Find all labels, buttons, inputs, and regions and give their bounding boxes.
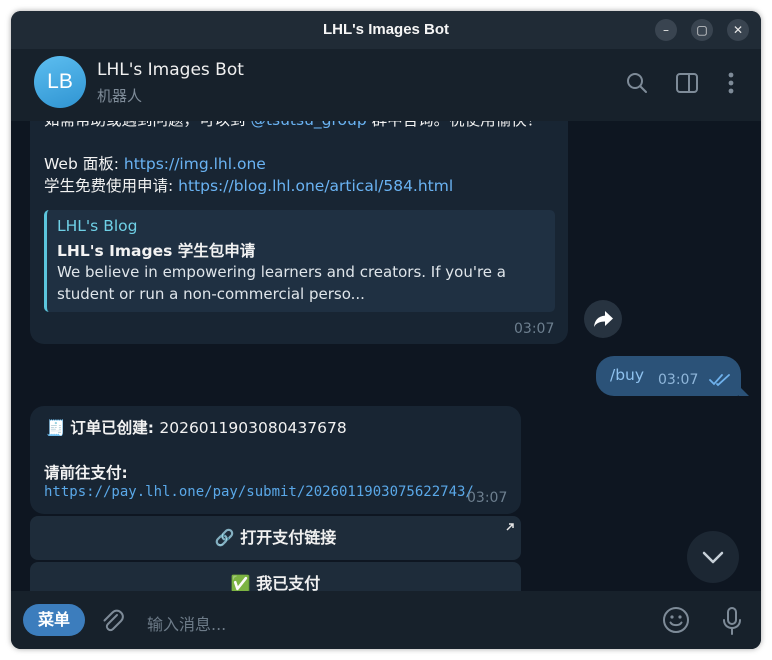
- menu-button[interactable]: 菜单: [23, 604, 85, 636]
- receipt-icon: 🧾: [46, 419, 66, 437]
- emoji-icon: [663, 607, 689, 633]
- student-apply-link[interactable]: https://blog.lhl.one/artical/584.html: [178, 177, 453, 195]
- external-link-icon: [506, 523, 514, 531]
- window-title: LHL's Images Bot: [322, 21, 450, 38]
- voice-button[interactable]: [717, 605, 747, 637]
- share-arrow-icon: [594, 311, 613, 327]
- double-check-icon: [709, 374, 730, 387]
- forward-button[interactable]: [584, 300, 622, 338]
- close-icon: ✕: [732, 23, 744, 37]
- web-panel-link[interactable]: https://img.lhl.one: [124, 155, 266, 173]
- chat-title[interactable]: LHL's Images Bot: [97, 60, 244, 80]
- pay-prompt: 请前往支付:: [44, 464, 128, 482]
- attach-button[interactable]: [97, 606, 127, 636]
- message-text: 学生免费使用申请: https://blog.lhl.one/artical/5…: [44, 177, 454, 195]
- search-button[interactable]: [623, 69, 651, 97]
- avatar[interactable]: LB: [34, 56, 86, 108]
- order-id: 2026011903080437678: [159, 419, 347, 437]
- message-time: 03:07: [467, 490, 508, 506]
- microphone-icon: [723, 607, 741, 635]
- paperclip-icon: [103, 609, 124, 632]
- message-list[interactable]: 如需帮助或遇到问题，可以到 @tsutsu_group 群中咨询。祝使用愉快！ …: [11, 121, 761, 591]
- message-input[interactable]: 输入消息...: [147, 611, 226, 635]
- message-time: 03:07: [658, 372, 699, 388]
- link-preview[interactable]: LHL's Blog LHL's Images 学生包申请 We believe…: [44, 210, 555, 312]
- message-text: Web 面板: https://img.lhl.one: [44, 155, 266, 173]
- chat-header: LB LHL's Images Bot 机器人: [11, 49, 761, 121]
- preview-title: LHL's Images 学生包申请: [57, 242, 256, 260]
- order-line: 🧾 订单已创建: 2026011903080437678: [46, 419, 347, 437]
- scroll-down-button[interactable]: [687, 531, 739, 583]
- search-icon: [627, 73, 647, 93]
- maximize-icon: ▢: [696, 23, 708, 37]
- chevron-down-icon: [702, 551, 724, 564]
- emoji-button[interactable]: [661, 605, 691, 635]
- app-window: LHL's Images Bot – ▢ ✕ LB LHL's Images B…: [11, 11, 761, 649]
- composer: 菜单 输入消息...: [11, 591, 761, 649]
- more-button[interactable]: [717, 69, 745, 97]
- message-text: 如需帮助或遇到问题，可以到 @tsutsu_group 群中咨询。祝使用愉快！: [44, 121, 542, 130]
- preview-site-name: LHL's Blog: [57, 217, 138, 235]
- more-vert-icon: [728, 72, 734, 94]
- close-button[interactable]: ✕: [727, 19, 749, 41]
- bubble-tail: [739, 386, 749, 396]
- incoming-message: 如需帮助或遇到问题，可以到 @tsutsu_group 群中咨询。祝使用愉快！ …: [30, 121, 568, 344]
- incoming-message: 🧾 订单已创建: 2026011903080437678 请前往支付: http…: [30, 406, 521, 514]
- minimize-button[interactable]: –: [655, 19, 677, 41]
- command-text[interactable]: /buy: [610, 366, 644, 384]
- group-link[interactable]: @tsutsu_group: [250, 121, 366, 129]
- open-payment-link-button[interactable]: 🔗 打开支付链接: [30, 516, 521, 560]
- sidebar-toggle-button[interactable]: [673, 69, 701, 97]
- message-time: 03:07: [514, 321, 555, 337]
- chat-subtitle: 机器人: [97, 87, 143, 105]
- outgoing-message: /buy 03:07: [596, 356, 749, 396]
- sidebar-toggle-icon: [676, 73, 698, 93]
- paid-button[interactable]: ✅ 我已支付: [30, 562, 521, 591]
- preview-description: We believe in empowering learners and cr…: [57, 263, 506, 303]
- minimize-icon: –: [663, 23, 669, 37]
- pay-link[interactable]: https://pay.lhl.one/pay/submit/202601190…: [44, 484, 474, 500]
- maximize-button[interactable]: ▢: [691, 19, 713, 41]
- title-bar: LHL's Images Bot – ▢ ✕: [11, 11, 761, 49]
